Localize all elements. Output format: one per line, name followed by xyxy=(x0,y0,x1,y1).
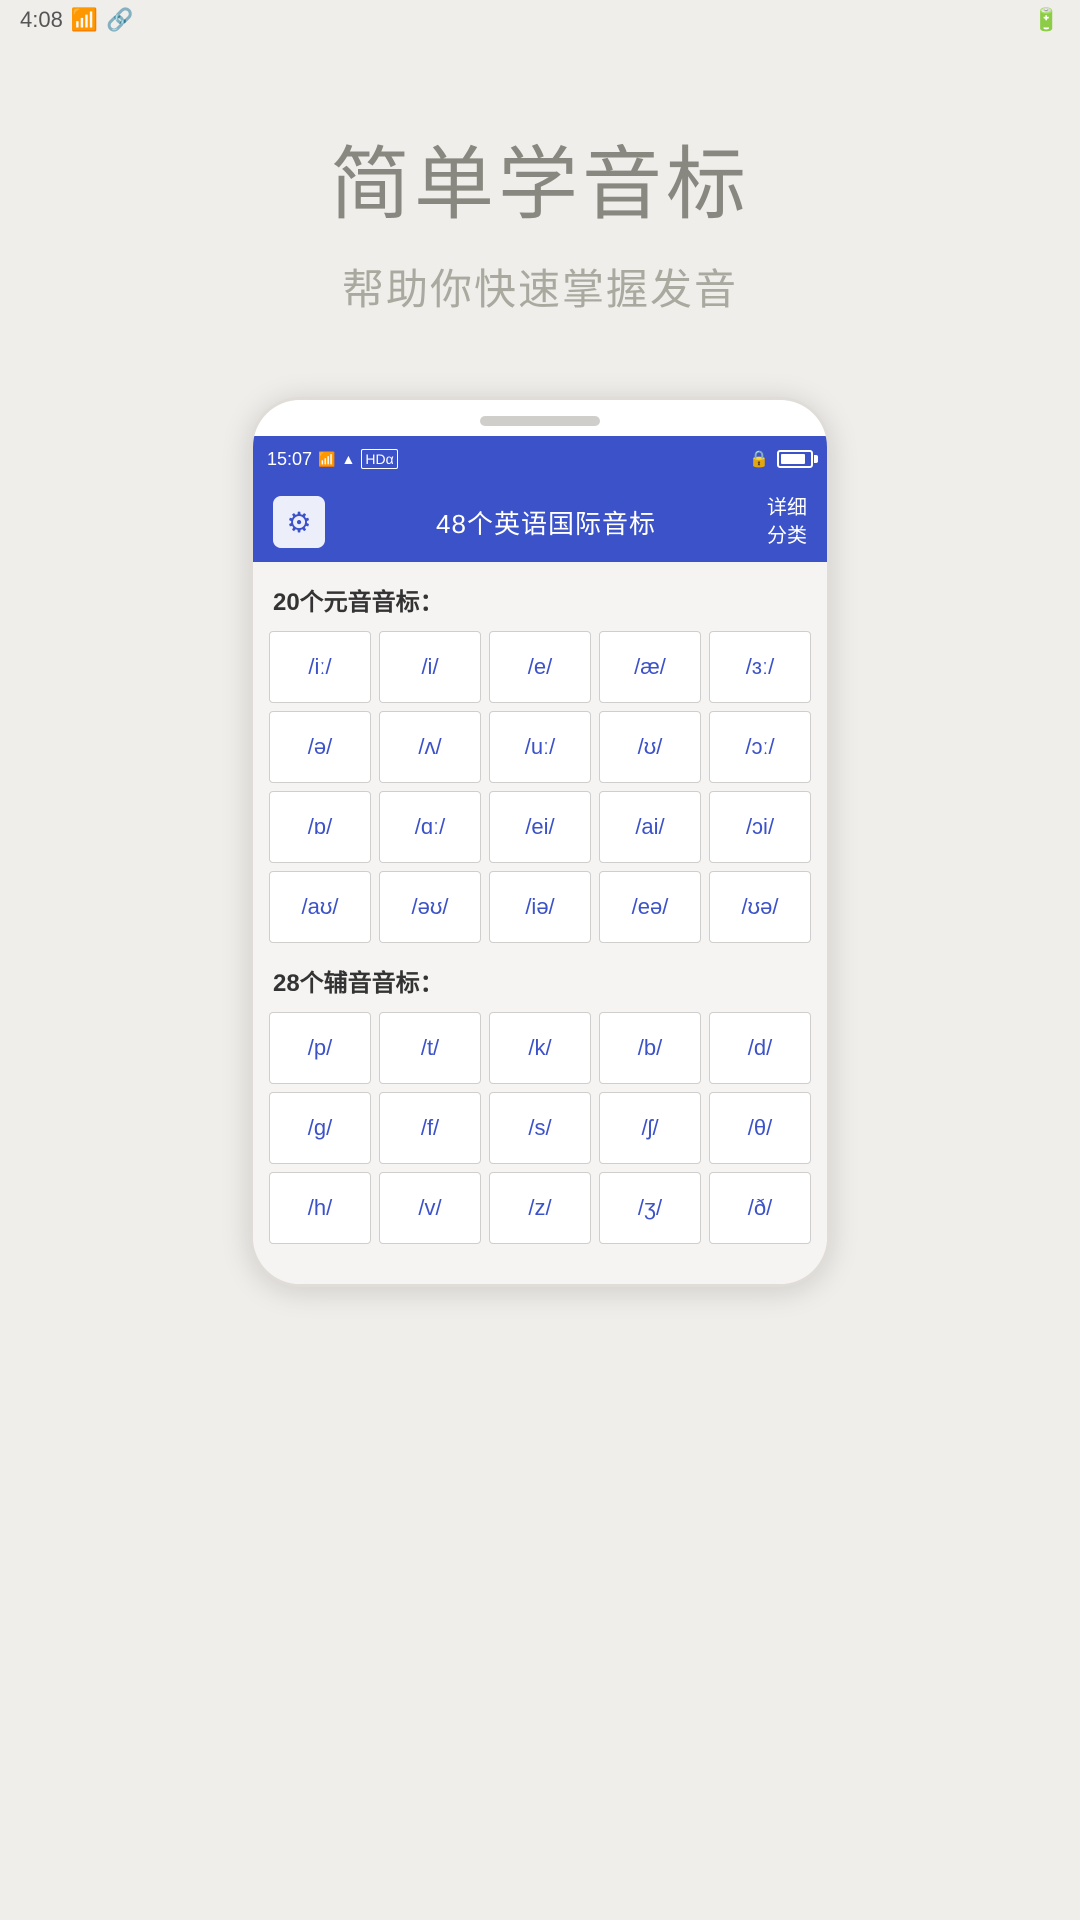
vowel-cell[interactable]: /ɔː/ xyxy=(709,711,811,783)
app-subtitle: 帮助你快速掌握发音 xyxy=(0,256,1080,317)
vowel-cell[interactable]: /ʊə/ xyxy=(709,871,811,943)
app-title-section: 简单学音标 帮助你快速掌握发音 xyxy=(0,40,1080,357)
outer-status-left: 4:08 📶 🔗 xyxy=(20,7,134,33)
consonant-grid: /p//t//k//b//d//g//f//s//ʃ//θ//h//v//z//… xyxy=(269,1012,811,1244)
outer-battery-icon: 🔋 xyxy=(1033,7,1060,33)
inner-battery-icon xyxy=(777,450,813,468)
vowel-cell[interactable]: /ɔi/ xyxy=(709,791,811,863)
inner-time: 15:07 xyxy=(267,449,312,470)
vowel-section-title: 20个元音音标： xyxy=(269,582,811,617)
inner-signal-icon: 📶 xyxy=(318,451,335,468)
consonant-cell[interactable]: /ʒ/ xyxy=(599,1172,701,1244)
vowel-cell[interactable]: /əʊ/ xyxy=(379,871,481,943)
consonant-cell[interactable]: /z/ xyxy=(489,1172,591,1244)
vowel-cell[interactable]: /iː/ xyxy=(269,631,371,703)
consonant-cell[interactable]: /f/ xyxy=(379,1092,481,1164)
consonant-cell[interactable]: /s/ xyxy=(489,1092,591,1164)
vowel-cell[interactable]: /ɑː/ xyxy=(379,791,481,863)
consonant-cell[interactable]: /g/ xyxy=(269,1092,371,1164)
consonant-cell[interactable]: /ʃ/ xyxy=(599,1092,701,1164)
vowel-cell[interactable]: /ʌ/ xyxy=(379,711,481,783)
inner-status-right: 🔒 xyxy=(749,449,813,469)
consonant-cell[interactable]: /b/ xyxy=(599,1012,701,1084)
app-navbar: ⚙ 48个英语国际音标 详细分类 xyxy=(253,482,827,562)
vowel-cell[interactable]: /aʊ/ xyxy=(269,871,371,943)
phone-mockup: 15:07 📶 ▲ HDα 🔒 ⚙ 48个英语国际音标 详细分类 20个元音音标… xyxy=(250,397,830,1287)
outer-status-bar: 4:08 📶 🔗 🔋 xyxy=(0,0,1080,40)
consonant-cell[interactable]: /t/ xyxy=(379,1012,481,1084)
consonant-cell[interactable]: /ð/ xyxy=(709,1172,811,1244)
vowel-cell[interactable]: /iə/ xyxy=(489,871,591,943)
vowel-cell[interactable]: /ai/ xyxy=(599,791,701,863)
settings-icon[interactable]: ⚙ xyxy=(273,496,325,548)
lock-icon: 🔒 xyxy=(749,449,769,469)
wifi-icon: 🔗 xyxy=(106,7,133,33)
inner-hd-label: HDα xyxy=(361,449,397,469)
vowel-cell[interactable]: /ɒ/ xyxy=(269,791,371,863)
consonant-cell[interactable]: /k/ xyxy=(489,1012,591,1084)
consonant-cell[interactable]: /p/ xyxy=(269,1012,371,1084)
speaker-bar xyxy=(480,416,600,426)
vowel-cell[interactable]: /i/ xyxy=(379,631,481,703)
vowel-cell[interactable]: /e/ xyxy=(489,631,591,703)
vowel-cell[interactable]: /ei/ xyxy=(489,791,591,863)
vowel-cell[interactable]: /ʊ/ xyxy=(599,711,701,783)
consonant-cell[interactable]: /h/ xyxy=(269,1172,371,1244)
signal-icon: 📶 xyxy=(71,7,98,33)
vowel-cell[interactable]: /uː/ xyxy=(489,711,591,783)
vowel-cell[interactable]: /ə/ xyxy=(269,711,371,783)
outer-time: 4:08 xyxy=(20,7,63,33)
phone-speaker xyxy=(253,400,827,436)
outer-status-right: 🔋 xyxy=(1033,7,1060,33)
consonant-cell[interactable]: /θ/ xyxy=(709,1092,811,1164)
consonant-cell[interactable]: /v/ xyxy=(379,1172,481,1244)
phone-content: 20个元音音标： /iː//i//e//æ//ɜː//ə//ʌ//uː//ʊ//… xyxy=(253,562,827,1284)
vowel-cell[interactable]: /eə/ xyxy=(599,871,701,943)
consonant-cell[interactable]: /d/ xyxy=(709,1012,811,1084)
inner-wifi-icon: ▲ xyxy=(341,451,355,467)
vowel-grid: /iː//i//e//æ//ɜː/ /ə//ʌ//uː//ʊ//ɔː/ /ɒ//ɑː… xyxy=(269,631,811,943)
inner-status-left: 15:07 📶 ▲ HDα xyxy=(267,449,398,470)
consonant-section-title: 28个辅音音标： xyxy=(269,963,811,998)
inner-status-bar: 15:07 📶 ▲ HDα 🔒 xyxy=(253,436,827,482)
app-title: 简单学音标 xyxy=(0,120,1080,236)
navbar-title: 48个英语国际音标 xyxy=(436,504,656,541)
vowel-cell[interactable]: /æ/ xyxy=(599,631,701,703)
vowel-cell[interactable]: /ɜː/ xyxy=(709,631,811,703)
navbar-detail-button[interactable]: 详细分类 xyxy=(767,494,807,550)
